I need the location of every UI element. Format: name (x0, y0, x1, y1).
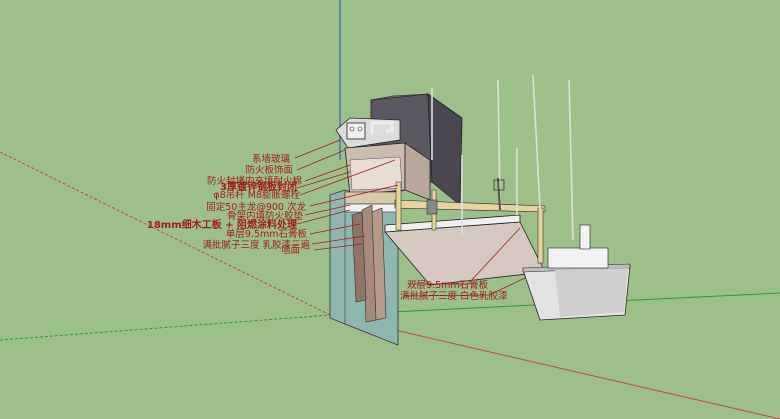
drawing-viewport[interactable]: 系墙玻璃 防火板饰面 防火封堵内充填耐火棉 3厚镀锌钢板封闭 φ8吊杆 M8膨胀… (0, 0, 780, 419)
runner-post-left (395, 181, 402, 231)
beam-side (427, 93, 463, 206)
hanger-clip-2 (426, 199, 438, 215)
label-rod-bolt: φ8吊杆 M8膨胀螺栓 (213, 189, 300, 201)
ceiling-board-bottom (384, 221, 546, 286)
hanger-box (579, 224, 591, 250)
bolt-2 (357, 126, 363, 132)
lower-board-shadow (555, 268, 628, 317)
bracket-block (346, 122, 366, 140)
bolt-1 (349, 126, 355, 132)
angle-bracket (547, 247, 609, 269)
label-double-gypsum: 双层9.5mm石膏板 (407, 279, 489, 291)
hanger-rod-4 (568, 79, 574, 241)
green-axis-line (0, 314, 331, 341)
scene-canvas: 系墙玻璃 防火板饰面 防火封堵内充填耐火棉 3厚镀锌钢板封闭 φ8吊杆 M8膨胀… (0, 0, 780, 419)
leader-2 (296, 149, 346, 171)
label-fire-board: 防火板饰面 (245, 164, 293, 176)
label-single-gypsum: 单层9.5mm石膏板 (226, 228, 308, 240)
label-wall: 墙面 (281, 244, 300, 256)
main-runner (394, 199, 546, 213)
label-glass-wall: 系墙玻璃 (252, 153, 290, 165)
hanger-rod-3 (532, 74, 541, 211)
wood-board (344, 191, 401, 205)
runner-post-right (537, 207, 544, 264)
label-putty-white: 满批腻子三度 白色乳胶漆 (400, 290, 508, 302)
